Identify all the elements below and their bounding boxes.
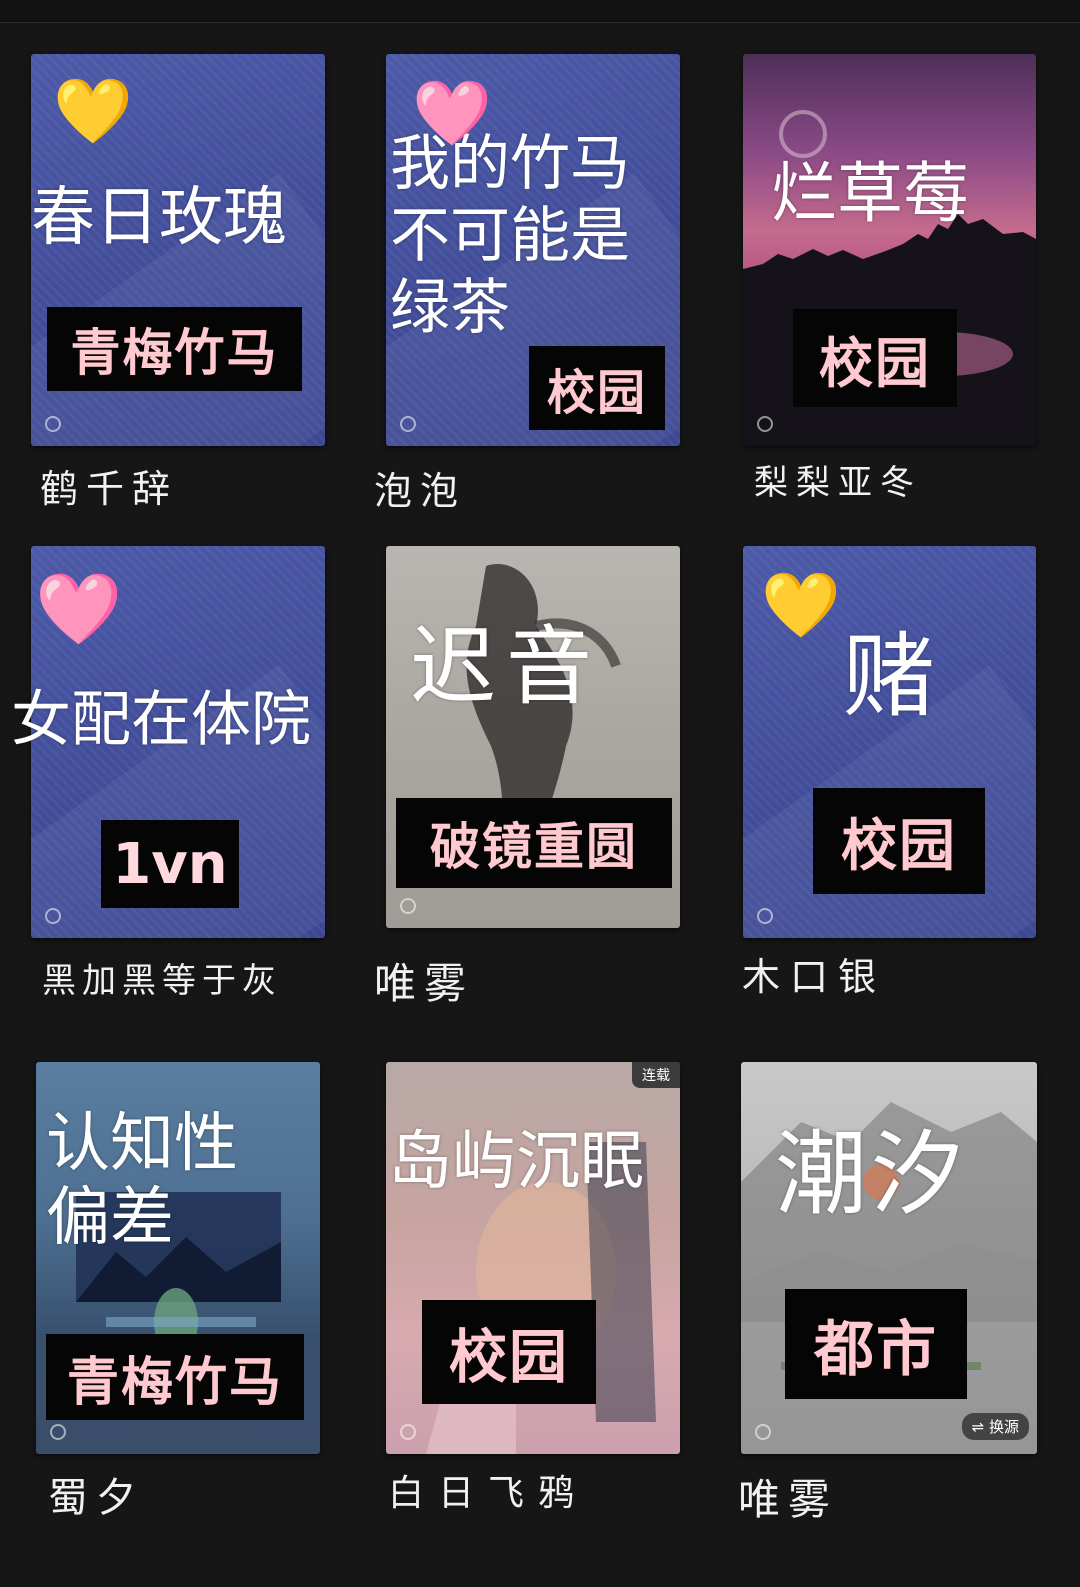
- book-author: 黑加黑等于灰: [42, 961, 282, 1001]
- book-card[interactable]: 潮汐 都市 ⇌ 换源: [741, 1062, 1037, 1454]
- genre-tag: 校园: [813, 788, 985, 894]
- yellow-heart-icon: 💛: [53, 75, 133, 149]
- genre-tag: 青梅竹马: [47, 307, 302, 391]
- book-card[interactable]: 连载 岛屿沉眠 校园: [386, 1062, 680, 1454]
- switch-source-button[interactable]: ⇌ 换源: [961, 1413, 1029, 1440]
- genre-tag: 校园: [422, 1300, 596, 1404]
- book-author: 木口银: [742, 955, 887, 999]
- book-title: 女配在体院: [11, 685, 311, 755]
- genre-tag: 破镜重圆: [396, 798, 672, 888]
- serial-badge: 连载: [632, 1062, 680, 1088]
- genre-tag: 青梅竹马: [46, 1334, 304, 1420]
- book-card[interactable]: 🩷 我的竹马 不可能是 绿茶 校园: [386, 54, 680, 446]
- book-card[interactable]: 烂草莓 校园: [743, 54, 1036, 446]
- link-icon: [45, 416, 61, 432]
- book-title: 岛屿沉眠: [388, 1125, 644, 1199]
- book-title: 潮汐: [775, 1121, 968, 1228]
- book-author: 白日飞鸦: [388, 1473, 589, 1514]
- link-icon: [757, 416, 773, 432]
- link-icon: [400, 1424, 416, 1440]
- book-author: 泡泡: [374, 469, 467, 513]
- book-title: 赌: [843, 623, 936, 730]
- link-icon: [755, 1424, 771, 1440]
- link-icon: [400, 898, 416, 914]
- genre-tag: 校园: [529, 346, 665, 430]
- book-card[interactable]: 💛 春日玫瑰 青梅竹马: [31, 54, 325, 446]
- book-title: 我的竹马 不可能是 绿茶: [390, 129, 630, 343]
- book-title: 迟音: [410, 617, 602, 717]
- book-title: 春日玫瑰: [31, 181, 287, 255]
- top-bar: [0, 0, 1080, 23]
- book-title: 认知性 偏差: [46, 1107, 238, 1255]
- book-card[interactable]: 💛 赌 校园: [743, 546, 1036, 938]
- yellow-heart-icon: 💛: [761, 569, 841, 643]
- book-author: 唯雾: [374, 959, 475, 1008]
- book-title: 烂草莓: [771, 155, 969, 232]
- link-icon: [400, 416, 416, 432]
- pink-heart-icon: 🩷: [412, 77, 492, 151]
- genre-tag: 校园: [793, 309, 957, 407]
- book-author: 蜀夕: [48, 1475, 144, 1521]
- link-icon: [757, 908, 773, 924]
- link-icon: [45, 908, 61, 924]
- genre-tag: 1vn: [101, 820, 239, 908]
- genre-tag: 都市: [785, 1289, 967, 1399]
- book-card[interactable]: 🩷 女配在体院 1vn: [11, 546, 325, 938]
- link-icon: [50, 1424, 66, 1440]
- book-author: 鹤千辞: [40, 467, 179, 511]
- book-card[interactable]: 迟音 破镜重圆: [386, 546, 680, 928]
- book-author: 梨梨亚冬: [754, 463, 922, 503]
- book-card[interactable]: 认知性 偏差 青梅竹马: [36, 1062, 320, 1454]
- pink-heart-radio-icon: 🩷: [35, 568, 123, 650]
- book-author: 唯雾: [738, 1475, 839, 1524]
